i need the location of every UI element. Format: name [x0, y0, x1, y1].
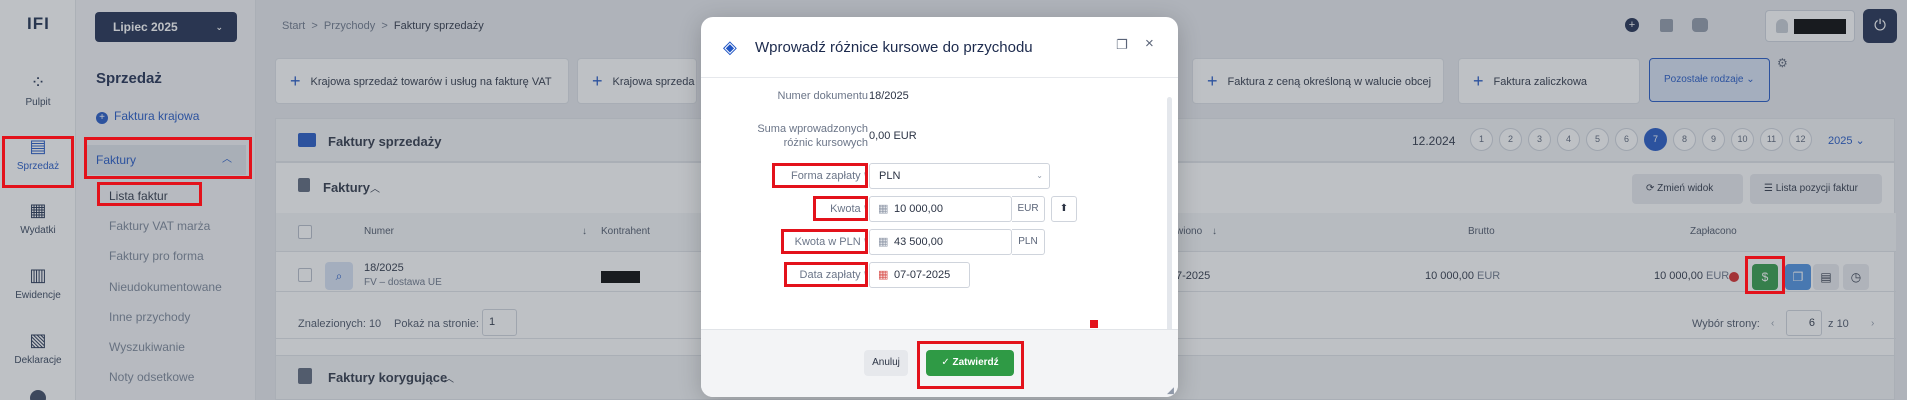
highlight-amount-label — [813, 196, 868, 221]
modal-scrollbar[interactable] — [1167, 97, 1172, 347]
payment-form-value: PLN — [879, 170, 901, 182]
highlight-confirm-button — [917, 341, 1024, 389]
amount-value: 10 000,00 — [894, 203, 943, 215]
doc-number-label: Numer dokumentu — [777, 90, 869, 102]
red-marker — [1090, 320, 1098, 328]
amount-input[interactable]: ▦ 10 000,00 — [869, 196, 1012, 222]
window-restore-icon[interactable]: ❐ — [1116, 37, 1128, 53]
highlight-amount-pln-label — [781, 229, 868, 254]
payment-form-select[interactable]: PLN ⌄ — [869, 163, 1050, 189]
resize-handle-icon[interactable]: ◢ — [1167, 385, 1174, 396]
doc-number-value: 18/2025 — [869, 90, 909, 102]
calendar-icon: ▦ — [878, 269, 889, 281]
calculator-icon: ▦ — [878, 236, 889, 248]
amount-pln-input[interactable]: ▦ 43 500,00 — [869, 229, 1012, 255]
layers-icon: ◈ — [723, 37, 737, 57]
highlight-rail-sprzedaz — [2, 136, 74, 188]
highlight-payment-button — [1745, 256, 1785, 294]
arrow-up-circle-icon[interactable]: ⬆ — [1051, 196, 1077, 222]
sum-label-line2: różnic kursowych — [783, 137, 868, 149]
divider — [701, 77, 1178, 78]
calculator-icon: ▦ — [878, 203, 889, 215]
highlight-payment-date-label — [784, 262, 868, 287]
highlight-lista-faktur — [97, 182, 202, 206]
cancel-button[interactable]: Anuluj — [864, 350, 908, 376]
amount-unit: EUR — [1012, 196, 1045, 222]
amount-pln-value: 43 500,00 — [894, 236, 943, 248]
exchange-diff-modal: ◈ Wprowadź różnice kursowe do przychodu … — [701, 17, 1178, 397]
modal-title: Wprowadź różnice kursowe do przychodu — [755, 39, 1033, 56]
highlight-payment-form-label — [772, 163, 868, 188]
close-icon[interactable]: × — [1145, 35, 1154, 52]
sum-label-line1: Suma wprowadzonych — [757, 123, 868, 135]
payment-date-value: 07-07-2025 — [894, 269, 951, 281]
amount-pln-unit: PLN — [1012, 229, 1045, 255]
payment-date-input[interactable]: ▦ 07-07-2025 — [869, 262, 970, 288]
chevron-down-icon: ⌄ — [1036, 171, 1043, 180]
highlight-faktury-group — [84, 137, 252, 179]
sum-value: 0,00 EUR — [869, 130, 917, 142]
